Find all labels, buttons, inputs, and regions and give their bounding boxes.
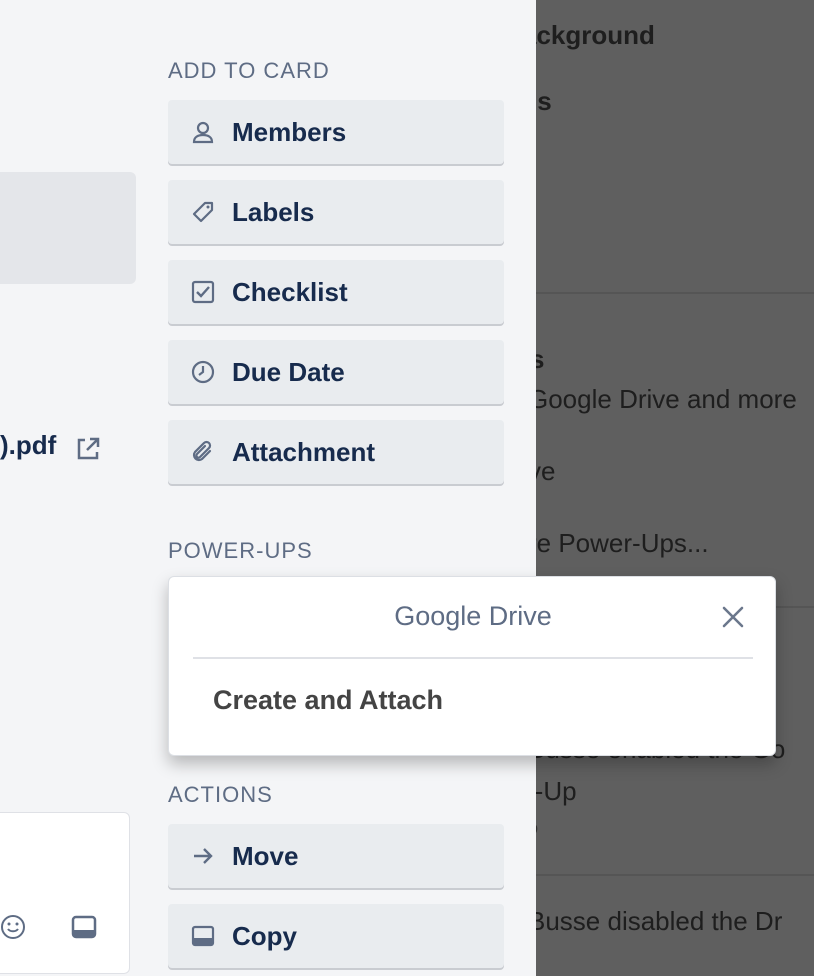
popover-title: Google Drive (394, 601, 552, 631)
checklist-button[interactable]: Checklist (168, 260, 504, 324)
divider (536, 292, 814, 294)
board-text: Busse disabled the Dr (536, 906, 783, 936)
due-date-button[interactable]: Due Date (168, 340, 504, 404)
comment-input[interactable] (0, 812, 130, 974)
tag-icon (190, 199, 216, 225)
board-text: ve (536, 456, 556, 486)
members-button[interactable]: Members (168, 100, 504, 164)
create-and-attach-item[interactable]: Create and Attach (213, 685, 443, 716)
divider (536, 874, 814, 876)
move-label: Move (232, 840, 299, 871)
board-background: ackground ls s Google Drive and more ve … (536, 0, 814, 976)
board-text: ls (536, 86, 552, 116)
card-detail-panel: ).pdf ADD TO CARD Members Labels Checkli… (0, 0, 536, 976)
attachment-link[interactable]: ).pdf (0, 430, 56, 461)
board-text: s (536, 344, 545, 374)
due-date-label: Due Date (232, 356, 345, 387)
arrow-right-icon (190, 843, 216, 869)
external-link-icon[interactable] (74, 435, 102, 463)
close-icon[interactable] (717, 601, 749, 633)
members-label: Members (232, 116, 347, 147)
board-text: ackground (536, 20, 655, 50)
board-text: o (536, 818, 538, 839)
card-icon[interactable] (70, 914, 98, 940)
labels-label: Labels (232, 196, 315, 227)
card-icon (190, 923, 216, 949)
attachment-label: Attachment (232, 436, 376, 467)
checklist-label: Checklist (232, 276, 348, 307)
google-drive-popover: Google Drive Create and Attach (168, 576, 776, 756)
copy-label: Copy (232, 920, 297, 951)
checkbox-icon (190, 279, 216, 305)
copy-button[interactable]: Copy (168, 904, 504, 968)
person-icon (190, 119, 216, 145)
paperclip-icon (190, 439, 216, 465)
attachment-button[interactable]: Attachment (168, 420, 504, 484)
board-text: r-Up (536, 776, 577, 806)
board-text: Google Drive and more (536, 384, 797, 414)
power-ups-heading: POWER-UPS (168, 538, 313, 563)
clock-icon (190, 359, 216, 385)
description-placeholder[interactable] (0, 172, 136, 284)
actions-heading: ACTIONS (168, 782, 273, 807)
move-button[interactable]: Move (168, 824, 504, 888)
add-to-card-heading: ADD TO CARD (168, 58, 330, 83)
popover-divider (193, 657, 753, 659)
board-text: re Power-Ups... (536, 528, 709, 558)
emoji-icon[interactable] (0, 914, 26, 940)
labels-button[interactable]: Labels (168, 180, 504, 244)
